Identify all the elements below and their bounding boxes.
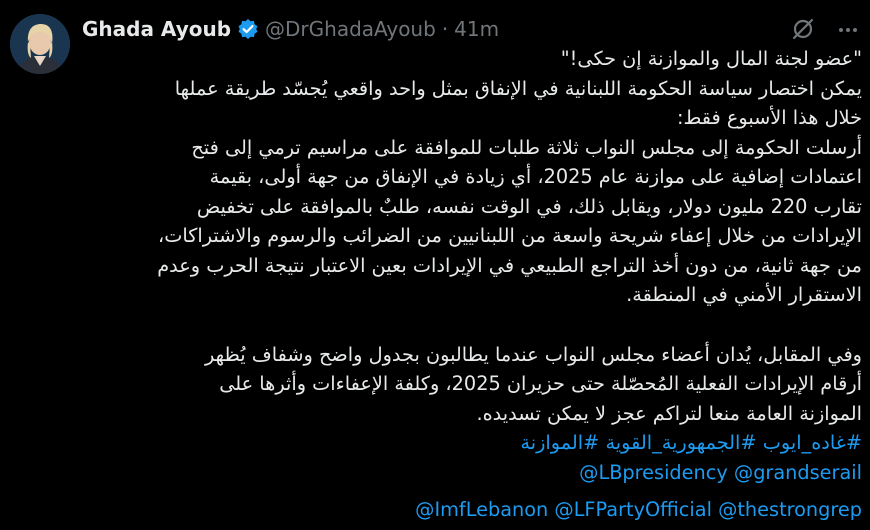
tweet-line: الموازنة العامة منعا لتراكم عجز لا يمكن … bbox=[476, 401, 862, 425]
display-name[interactable]: Ghada Ayoub bbox=[82, 17, 231, 41]
mention-row: @ImfLebanon @LFPartyOfficial @thestrongr… bbox=[80, 495, 862, 525]
tweet-line: خلال هذا الأسبوع فقط: bbox=[676, 106, 862, 129]
header-separator: · bbox=[441, 17, 449, 41]
mention-gap bbox=[80, 487, 862, 495]
hashtag-row: #غاده_ايوب #الجمهورية_القوية #الموازنة bbox=[80, 428, 862, 458]
tweet-line: يمكن اختصار سياسة الحكومة اللبنانية في ا… bbox=[174, 76, 862, 100]
avatar-image bbox=[10, 14, 70, 74]
tweet-quote-line: "عضو لجنة المال والموازنة إن حكى!" bbox=[560, 47, 862, 70]
mention-link[interactable]: @LFPartyOfficial bbox=[554, 498, 712, 521]
mention-link[interactable]: @grandserail bbox=[734, 461, 862, 484]
tweet-line: أرقام الإيرادات الفعلية المُحصّلة حتى حز… bbox=[219, 372, 862, 395]
tweet-line: اعتمادات إضافية على موازنة عام 2025، أي … bbox=[209, 165, 862, 188]
timestamp[interactable]: 41m bbox=[454, 17, 499, 41]
tweet-text: "عضو لجنة المال والموازنة إن حكى!" يمكن … bbox=[80, 44, 862, 525]
mention-link[interactable]: @ImfLebanon bbox=[415, 498, 548, 521]
verified-badge-icon bbox=[238, 19, 258, 39]
more-icon[interactable] bbox=[836, 18, 860, 42]
tweet-line: الاستقرار الأمني في المنطقة. bbox=[626, 283, 862, 306]
tweet: Ghada Ayoub @DrGhadaAyoub · 41m "عضو لجن… bbox=[0, 0, 870, 530]
author-handle[interactable]: @DrGhadaAyoub bbox=[265, 17, 436, 41]
tweet-line: الإيرادات من خلال إعفاء شريحة واسعة من ا… bbox=[158, 224, 862, 247]
tweet-line: وفي المقابل، يُدان أعضاء مجلس النواب عند… bbox=[204, 342, 862, 366]
mention-link[interactable]: @thestrongrep bbox=[718, 498, 862, 521]
tweet-line: أرسلت الحكومة إلى مجلس النواب ثلاثة طلبا… bbox=[191, 135, 862, 159]
tweet-line: تقارب 220 مليون دولار، ويقابل ذلك، في ال… bbox=[196, 194, 862, 218]
mention-row: @LBpresidency @grandserail bbox=[80, 458, 862, 488]
grok-icon[interactable] bbox=[790, 16, 816, 42]
tweet-header: Ghada Ayoub @DrGhadaAyoub · 41m bbox=[82, 14, 499, 44]
hashtag-link[interactable]: #الجمهورية_القوية bbox=[605, 431, 756, 454]
mention-link[interactable]: @LBpresidency bbox=[579, 461, 728, 484]
hashtag-link[interactable]: #الموازنة bbox=[520, 431, 599, 454]
tweet-line: من جهة ثانية، من دون أخذ التراجع الطبيعي… bbox=[157, 253, 862, 277]
avatar[interactable] bbox=[10, 14, 70, 74]
hashtag-link[interactable]: #غاده_ايوب bbox=[763, 431, 862, 454]
